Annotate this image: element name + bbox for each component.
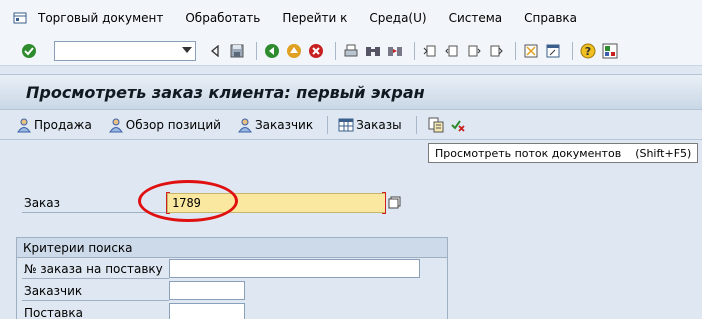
menu-bar: Торговый документ Обработать Перейти к С… [0,0,702,36]
table-grid-icon [338,117,354,133]
customer-button-label: Заказчик [254,117,314,132]
back-icon[interactable] [263,42,281,60]
find-icon[interactable] [364,42,382,60]
document-flow-icon[interactable] [427,116,445,134]
menu-item-sales-document[interactable]: Торговый документ [38,11,163,25]
orders-button[interactable]: Заказы [338,117,402,133]
value-help-icon[interactable] [387,195,401,210]
person-icon [16,117,32,133]
new-session-icon[interactable] [522,42,540,60]
previous-page-icon[interactable] [443,42,461,60]
status-check-icon[interactable] [449,116,467,134]
order-label: Заказ [24,196,61,210]
customer-label: Заказчик [24,284,83,298]
delivery-input[interactable] [169,303,245,319]
toolbar-separator [327,115,329,134]
page-title: Просмотреть заказ клиента: первый экран [26,82,425,102]
toolbar-separator [515,41,516,60]
delivery-order-input[interactable] [169,259,420,278]
person-icon [108,117,124,133]
menu-item-environment[interactable]: Среда(U) [369,11,426,25]
command-field[interactable] [54,40,196,61]
sales-button[interactable]: Продажа [16,117,92,133]
sales-button-label: Продажа [34,117,92,132]
find-next-icon[interactable] [386,42,404,60]
order-label-underline [22,212,167,213]
menu-item-system[interactable]: Система [449,11,503,25]
layout-icon[interactable] [601,42,619,60]
items-overview-button[interactable]: Обзор позиций [108,117,221,133]
toolbar-separator [414,41,415,60]
person-icon [237,117,253,133]
document-flow-tooltip: Просмотреть поток документов (Shift+F5) [428,143,699,163]
toolbar-separator [415,115,417,134]
next-page-icon[interactable] [465,42,483,60]
delivery-order-underline [22,278,169,279]
svg-text:?: ? [585,45,591,58]
menu-item-edit[interactable]: Обработать [185,11,260,25]
title-band: Просмотреть заказ клиента: первый экран [0,74,702,110]
chevron-down-icon[interactable] [182,46,192,53]
print-icon[interactable] [342,42,360,60]
back-triangle-icon[interactable] [206,42,224,60]
required-bracket-right [382,192,386,214]
toolbar-separator [256,41,257,60]
exit-icon[interactable] [285,42,303,60]
standard-toolbar: ? [0,36,702,66]
save-icon[interactable] [228,42,246,60]
delivery-order-label: № заказа на поставку [24,262,163,276]
application-toolbar: Продажа Обзор позиций Заказчик Заказы [0,110,702,140]
toolbar-separator [572,41,573,60]
required-bracket-left [166,192,170,214]
help-icon[interactable]: ? [579,42,597,60]
toolbar-separator [335,41,336,60]
tooltip-shortcut: (Shift+F5) [635,146,692,160]
sap-menu-icon[interactable] [10,8,30,28]
cancel-icon[interactable] [307,42,325,60]
customer-underline [22,300,169,301]
customer-input[interactable] [169,281,245,300]
shortcut-icon[interactable] [544,42,562,60]
tooltip-text: Просмотреть поток документов [435,146,622,160]
search-criteria-title: Критерии поиска [17,238,447,258]
order-input[interactable] [167,193,386,213]
last-page-icon[interactable] [487,42,505,60]
customer-button[interactable]: Заказчик [237,117,313,133]
menu-item-help[interactable]: Справка [524,11,577,25]
command-input[interactable] [55,41,175,60]
items-overview-button-label: Обзор позиций [125,117,221,132]
menu-item-goto[interactable]: Перейти к [282,11,347,25]
enter-icon[interactable] [20,42,38,60]
first-page-icon[interactable] [421,42,439,60]
orders-button-label: Заказы [356,117,402,132]
delivery-label: Поставка [24,306,83,319]
